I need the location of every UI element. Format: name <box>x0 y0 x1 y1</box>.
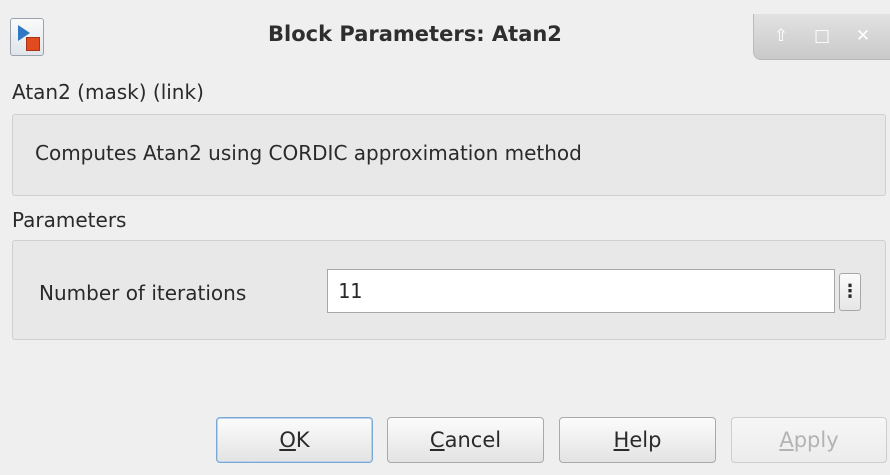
ok-button[interactable]: OK <box>216 417 373 463</box>
description-panel: Computes Atan2 using CORDIC approximatio… <box>12 114 886 196</box>
cancel-button[interactable]: Cancel <box>387 417 544 463</box>
title-bar[interactable]: Block Parameters: Atan2 ⇧ □ ✕ <box>0 0 890 72</box>
maximize-icon[interactable]: □ <box>809 23 835 49</box>
block-header: Atan2 (mask) (link) <box>12 80 204 104</box>
block-description: Computes Atan2 using CORDIC approximatio… <box>35 141 582 165</box>
iterations-label: Number of iterations <box>39 281 247 305</box>
parameters-panel: Number of iterations ⋮ <box>12 240 886 340</box>
close-icon[interactable]: ✕ <box>850 23 876 49</box>
shade-up-icon[interactable]: ⇧ <box>768 23 794 49</box>
help-button[interactable]: Help <box>559 417 716 463</box>
iterations-input[interactable] <box>327 269 835 313</box>
parameters-heading: Parameters <box>12 208 127 232</box>
parameter-options-button[interactable]: ⋮ <box>839 273 861 311</box>
window-controls: ⇧ □ ✕ <box>753 14 890 60</box>
apply-button[interactable]: Apply <box>731 417 887 463</box>
